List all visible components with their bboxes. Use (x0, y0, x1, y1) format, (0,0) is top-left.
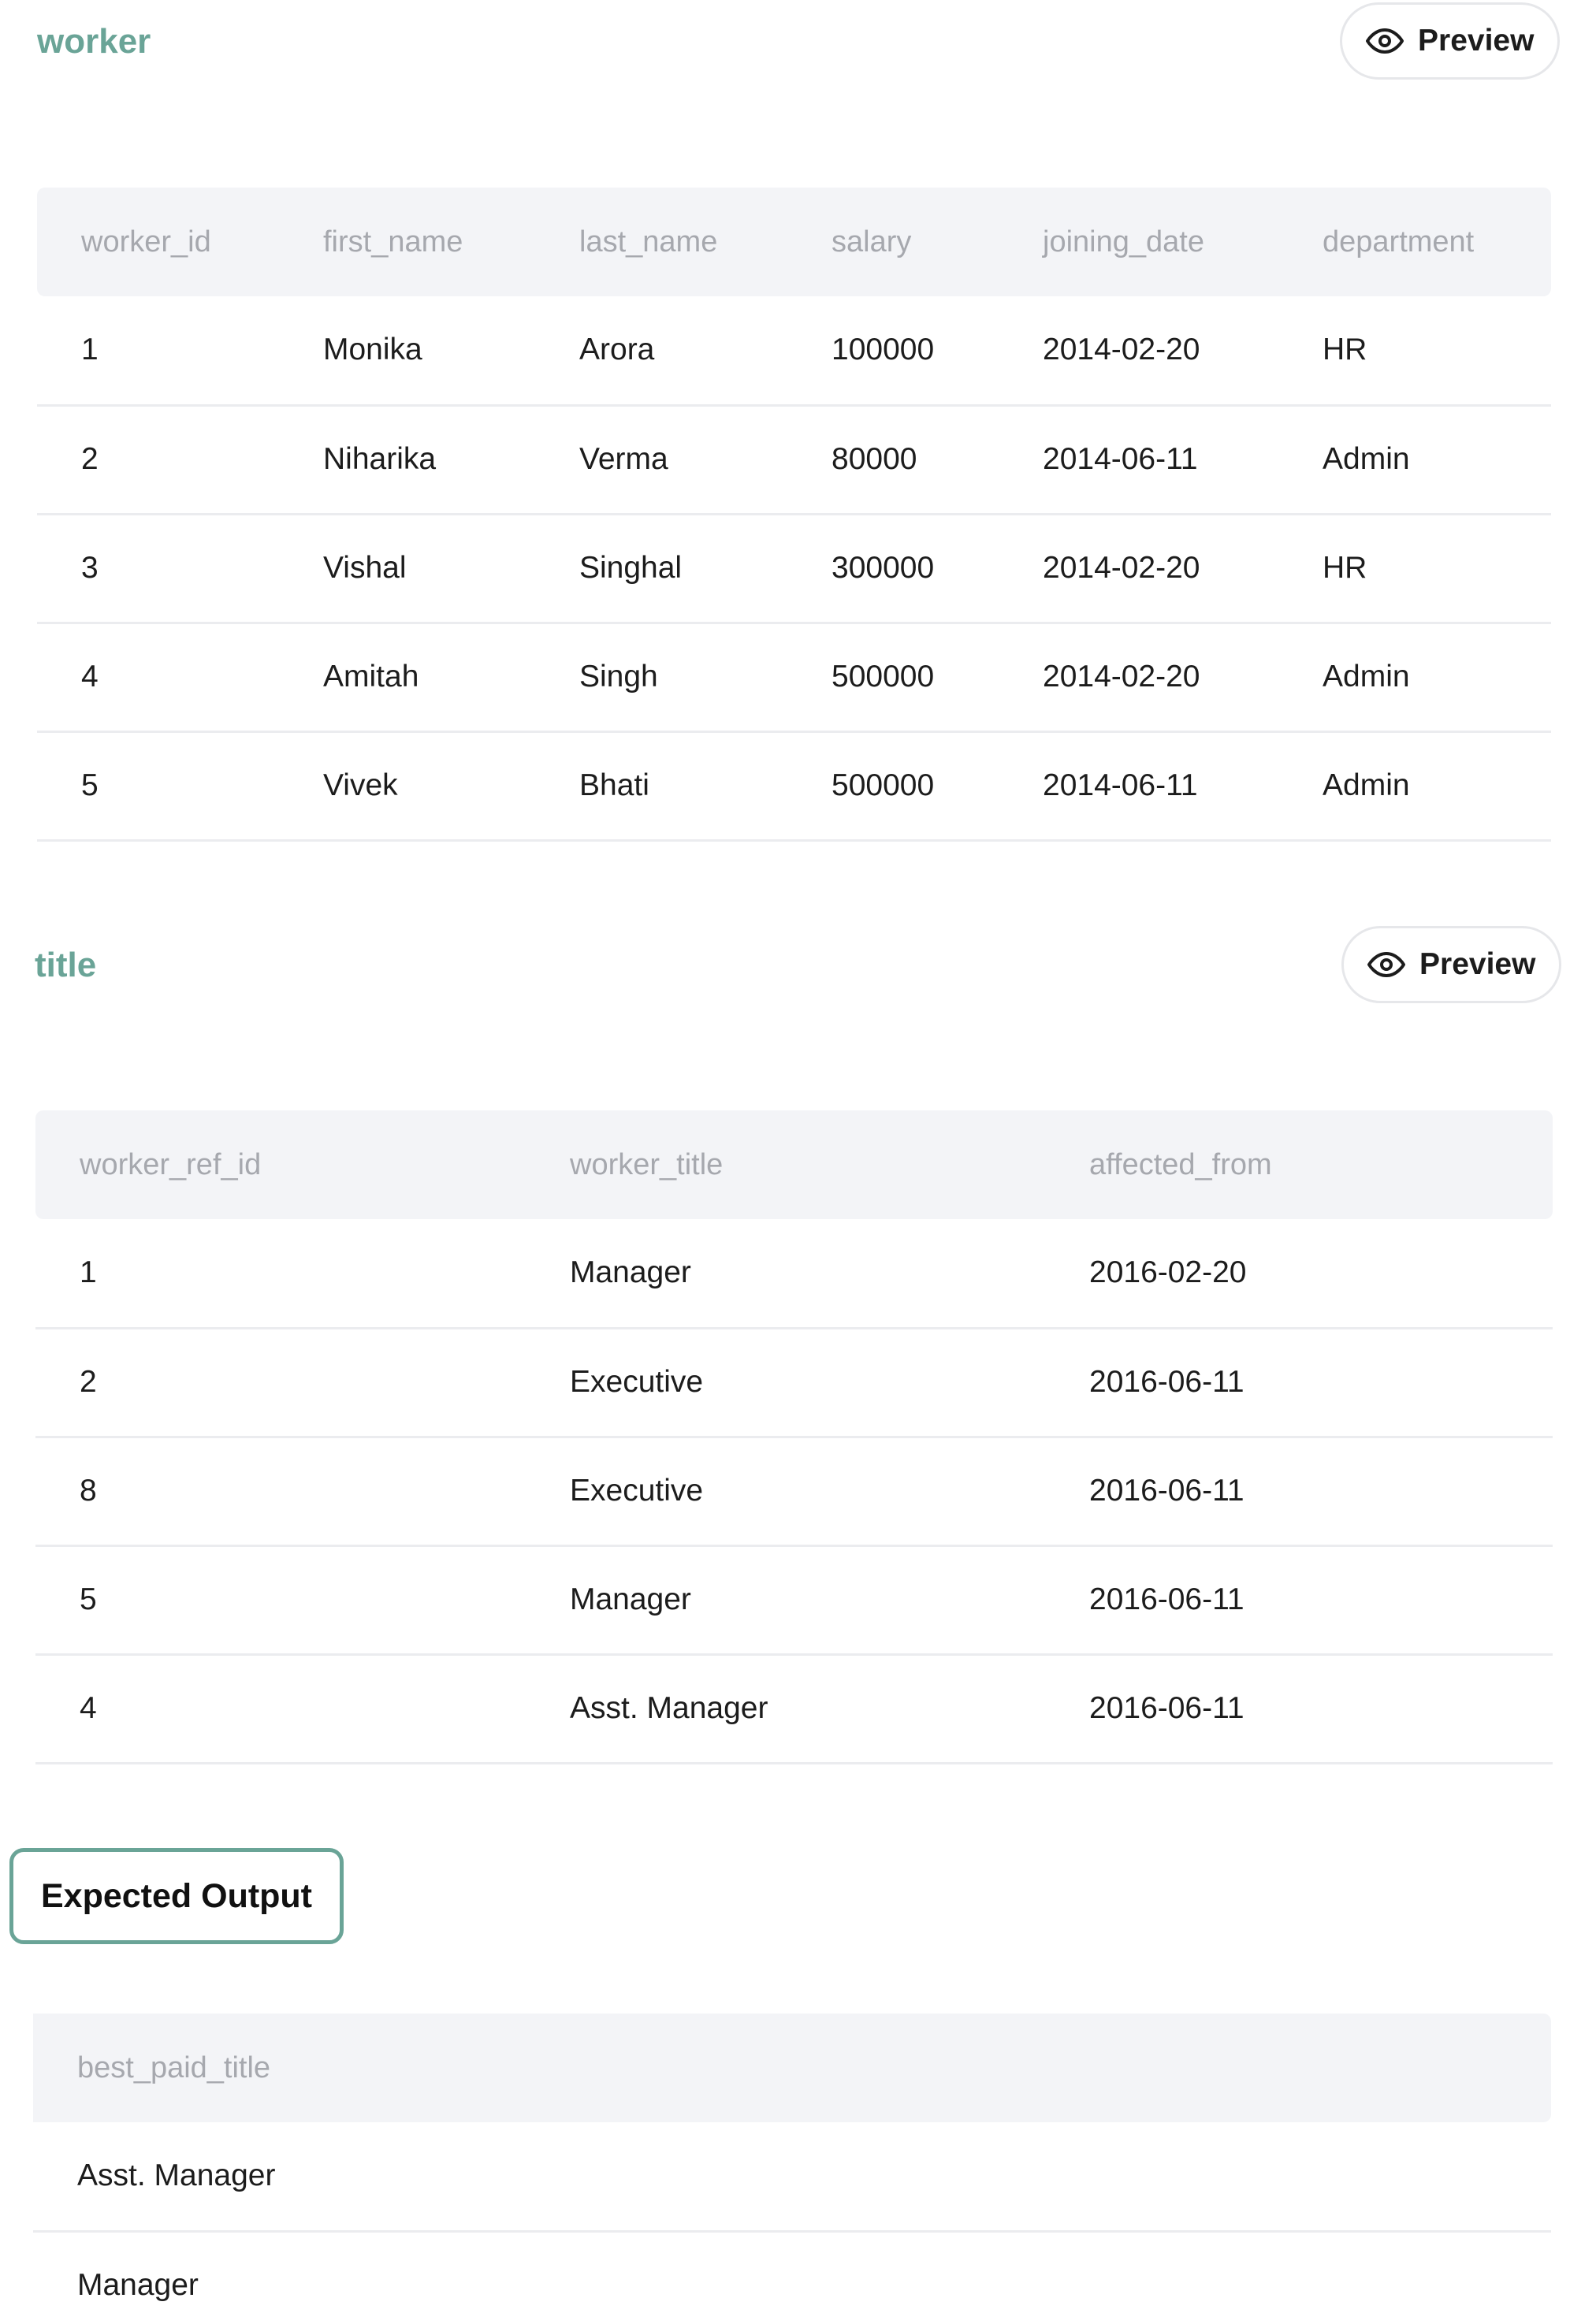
title-table-cell: 2016-06-11 (1045, 1545, 1553, 1656)
title-preview-button[interactable]: Preview (1341, 926, 1562, 1003)
title-table-cell: 8 (35, 1437, 526, 1547)
worker-table-cell: 3 (37, 514, 279, 624)
worker-table-cell: 2 (37, 405, 279, 515)
title-table-cell: 4 (35, 1654, 526, 1764)
title-column-header: affected_from (1045, 1110, 1553, 1219)
worker-table-cell: Vishal (279, 514, 535, 624)
expected-output-table-cell: Asst. Manager (33, 2122, 1551, 2233)
title-table-header-row: worker_ref_id worker_title affected_from (35, 1110, 1553, 1219)
worker-table-cell: 80000 (787, 405, 999, 515)
title-table-row: 4 Asst. Manager 2016-06-11 (35, 1654, 1553, 1764)
worker-table: worker_id first_name last_name salary joinin… (37, 188, 1551, 842)
worker-section-header: worker Preview (0, 0, 1570, 82)
worker-table-body: 1 Monika Arora 100000 2014-02-20 HR 2 Niharika V… (37, 296, 1551, 842)
worker-table-cell: Niharika (279, 405, 535, 515)
worker-table-row: 2 Niharika Verma 80000 2014-06-11 Admin (37, 405, 1551, 515)
title-table-cell: 2016-06-11 (1045, 1328, 1553, 1438)
title-table-cell: Manager (526, 1219, 1045, 1329)
title-table-cell: Executive (526, 1328, 1045, 1438)
worker-table-cell: Singhal (535, 514, 787, 624)
title-table: worker_ref_id worker_title affected_from 1… (35, 1110, 1553, 1764)
worker-column-header: last_name (535, 188, 787, 296)
title-table-cell: 1 (35, 1219, 526, 1329)
worker-column-header: department (1278, 188, 1551, 296)
worker-table-header-row: worker_id first_name last_name salary joinin… (37, 188, 1551, 296)
worker-column-header: first_name (279, 188, 535, 296)
worker-table-cell: 2014-02-20 (999, 296, 1278, 407)
title-table-cell: Asst. Manager (526, 1654, 1045, 1764)
worker-table-cell: Admin (1278, 623, 1551, 733)
worker-table-cell: Singh (535, 623, 787, 733)
worker-table-cell: Admin (1278, 731, 1551, 842)
title-table-row: 5 Manager 2016-06-11 (35, 1545, 1553, 1656)
worker-table-cell: 5 (37, 731, 279, 842)
eye-icon (1367, 946, 1405, 984)
worker-table-cell: Bhati (535, 731, 787, 842)
worker-table-cell: 100000 (787, 296, 999, 407)
expected-output-body: Asst. Manager Manager (33, 2122, 1551, 2324)
title-table-body: 1 Manager 2016-02-20 2 Executive 2016-06-11 8 E… (35, 1219, 1553, 1764)
expected-output-column-header: best_paid_title (33, 2014, 1551, 2122)
title-table-cell: 2 (35, 1328, 526, 1438)
worker-column-header: joining_date (999, 188, 1278, 296)
worker-preview-button[interactable]: Preview (1340, 2, 1561, 80)
worker-table-cell: Amitah (279, 623, 535, 733)
worker-table-row: 3 Vishal Singhal 300000 2014-02-20 HR (37, 514, 1551, 624)
worker-table-cell: Vivek (279, 731, 535, 842)
worker-table-row: 5 Vivek Bhati 500000 2014-06-11 Admin (37, 731, 1551, 842)
title-table-row: 1 Manager 2016-02-20 (35, 1219, 1553, 1329)
worker-table-cell: 2014-02-20 (999, 623, 1278, 733)
worker-table-cell: Verma (535, 405, 787, 515)
expected-output-button[interactable]: Expected Output (9, 1848, 344, 1944)
worker-column-header: worker_id (37, 188, 279, 296)
worker-table-cell: 500000 (787, 731, 999, 842)
worker-table-cell: HR (1278, 514, 1551, 624)
worker-table-title: worker (37, 22, 151, 61)
title-table-cell: 2016-06-11 (1045, 1437, 1553, 1547)
worker-table-cell: 500000 (787, 623, 999, 733)
worker-table-cell: Admin (1278, 405, 1551, 515)
title-table-cell: Executive (526, 1437, 1045, 1547)
worker-preview-label: Preview (1418, 24, 1535, 58)
title-column-header: worker_ref_id (35, 1110, 526, 1219)
title-table-row: 2 Executive 2016-06-11 (35, 1328, 1553, 1438)
expected-output-table: best_paid_title Asst. Manager Manager (33, 2014, 1551, 2324)
title-table-row: 8 Executive 2016-06-11 (35, 1437, 1553, 1547)
title-table-cell: Manager (526, 1545, 1045, 1656)
worker-table-row: 1 Monika Arora 100000 2014-02-20 HR (37, 296, 1551, 407)
expected-output-table-row: Manager (33, 2231, 1551, 2324)
worker-column-header: salary (787, 188, 999, 296)
expected-output-table-row: Asst. Manager (33, 2122, 1551, 2233)
title-column-header: worker_title (526, 1110, 1045, 1219)
title-preview-label: Preview (1419, 947, 1536, 981)
worker-table-cell: 4 (37, 623, 279, 733)
worker-table-cell: HR (1278, 296, 1551, 407)
worker-table-cell: 300000 (787, 514, 999, 624)
worker-table-cell: 2014-06-11 (999, 405, 1278, 515)
title-table-cell: 5 (35, 1545, 526, 1656)
worker-table-cell: Arora (535, 296, 787, 407)
worker-table-row: 4 Amitah Singh 500000 2014-02-20 Admin (37, 623, 1551, 733)
worker-table-cell: 1 (37, 296, 279, 407)
title-section-header: title Preview (0, 924, 1570, 1006)
worker-table-cell: 2014-02-20 (999, 514, 1278, 624)
expected-output-table-cell: Manager (33, 2231, 1551, 2324)
expected-output-header-row: best_paid_title (33, 2014, 1551, 2122)
title-table-cell: 2016-02-20 (1045, 1219, 1553, 1329)
worker-table-cell: Monika (279, 296, 535, 407)
eye-icon (1366, 22, 1404, 60)
worker-table-cell: 2014-06-11 (999, 731, 1278, 842)
title-table-title: title (35, 946, 97, 984)
title-table-cell: 2016-06-11 (1045, 1654, 1553, 1764)
